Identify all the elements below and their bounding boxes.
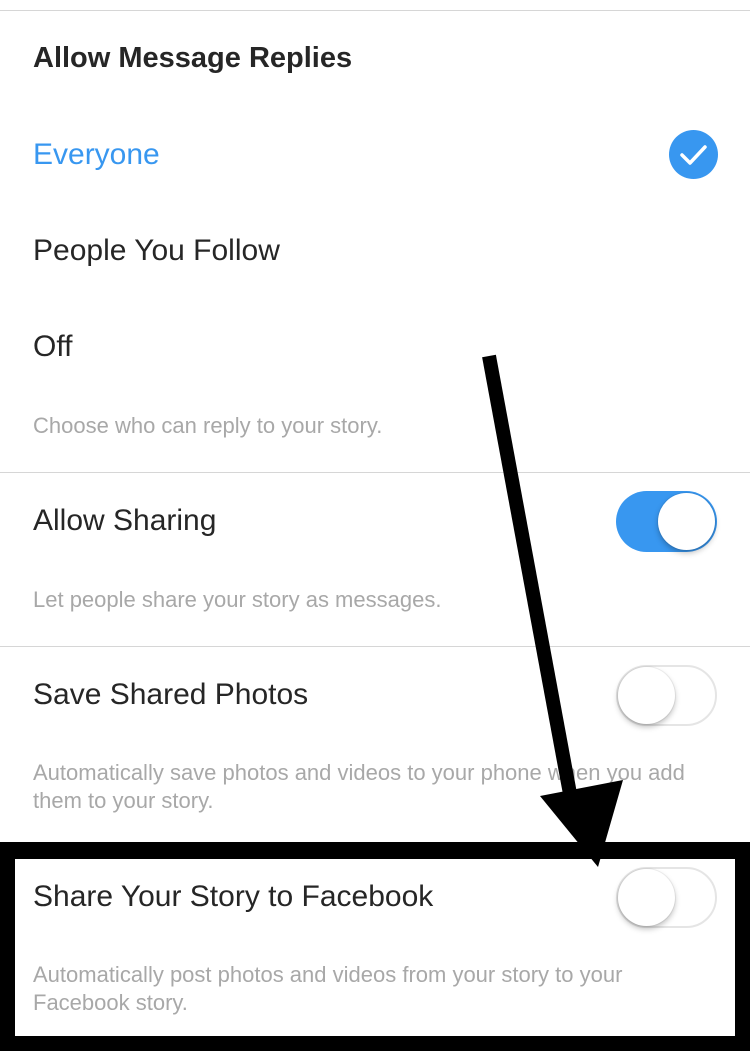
arrow-down-icon	[482, 354, 623, 867]
story-settings-page: Allow Message Replies Everyone People Yo…	[0, 0, 750, 1051]
